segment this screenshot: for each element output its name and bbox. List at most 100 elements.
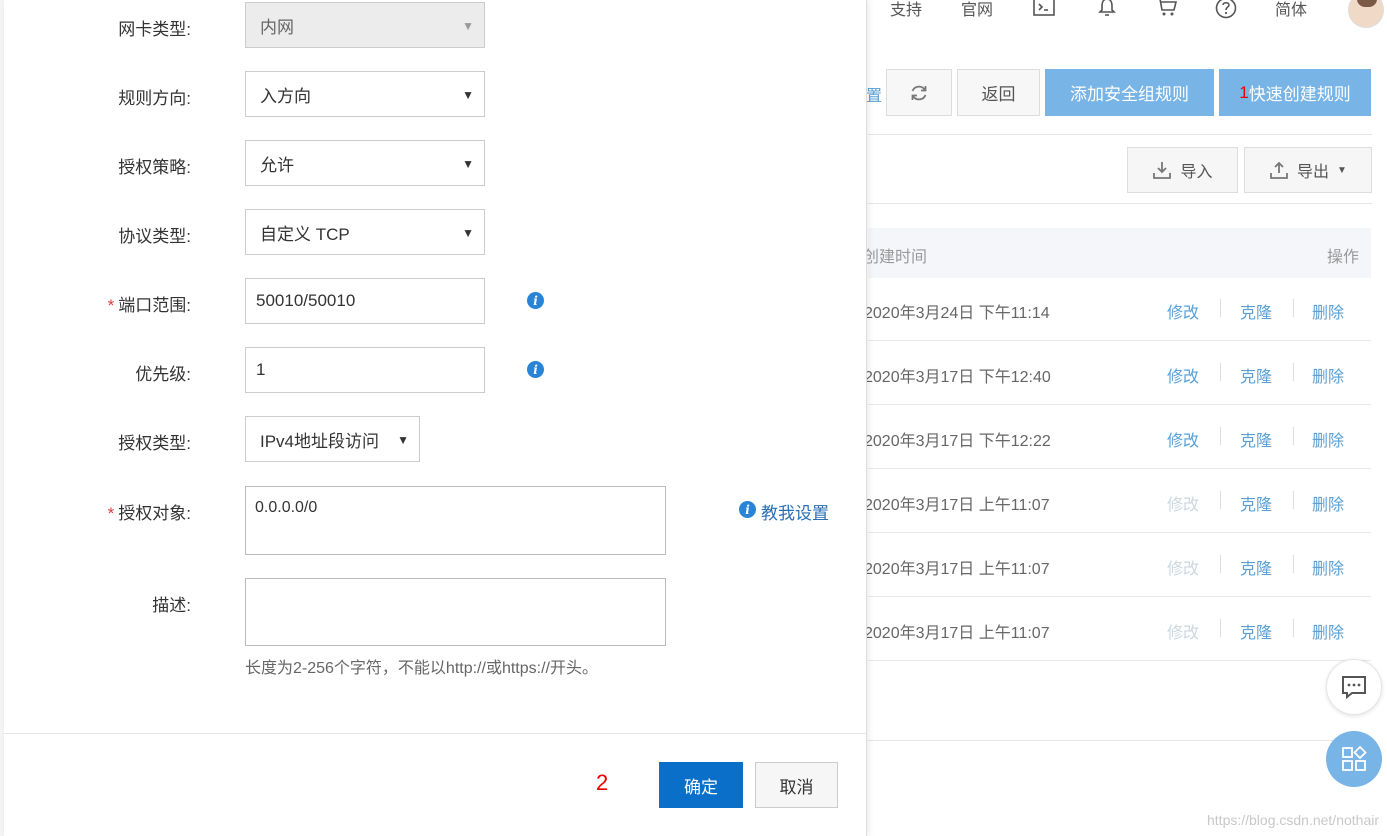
policy-label: 授权策略: xyxy=(118,158,191,177)
required-mark: * xyxy=(107,296,115,315)
terminal-icon[interactable] xyxy=(1033,0,1055,17)
protocol-select[interactable]: 自定义 TCP ▼ xyxy=(245,209,485,255)
created-time-cell: 2020年3月17日 上午11:07 xyxy=(864,497,1050,514)
caret-down-icon: ▼ xyxy=(397,433,409,447)
direction-value: 入方向 xyxy=(260,86,311,106)
action-separator xyxy=(1220,299,1221,317)
direction-label: 规则方向: xyxy=(118,89,191,108)
cancel-button[interactable]: 取消 xyxy=(755,762,838,808)
modify-link: 修改 xyxy=(1167,561,1200,578)
divider xyxy=(868,203,1372,204)
protocol-label: 协议类型: xyxy=(118,227,191,246)
delete-link[interactable]: 删除 xyxy=(1312,299,1344,323)
back-button[interactable]: 返回 xyxy=(957,69,1040,116)
upload-icon xyxy=(1270,161,1288,179)
action-separator xyxy=(1220,363,1221,381)
created-time-cell: 2020年3月17日 下午12:40 xyxy=(864,369,1051,386)
action-separator xyxy=(1220,619,1221,637)
action-separator xyxy=(1293,299,1294,317)
priority-label: 优先级: xyxy=(135,365,191,384)
priority-input[interactable]: 1 xyxy=(245,347,485,393)
direction-select[interactable]: 入方向 ▼ xyxy=(245,71,485,117)
export-label: 导出 xyxy=(1297,164,1330,181)
divider xyxy=(868,134,1372,135)
caret-down-icon: ▼ xyxy=(1337,164,1347,176)
action-separator xyxy=(1293,555,1294,573)
action-separator xyxy=(1293,363,1294,381)
confirm-button[interactable]: 确定 xyxy=(659,762,743,808)
port-range-label: * 端口范围: xyxy=(108,291,191,316)
modify-link: 修改 xyxy=(1167,497,1200,514)
auth-object-label-text: 授权对象: xyxy=(118,504,191,523)
modify-link[interactable]: 修改 xyxy=(1167,299,1199,323)
action-separator xyxy=(1293,427,1294,445)
nav-support-link[interactable]: 支持 xyxy=(890,0,922,20)
description-textarea[interactable] xyxy=(245,578,666,646)
clone-link[interactable]: 克隆 xyxy=(1240,299,1272,323)
help-me-configure-link[interactable]: 教我设置 xyxy=(761,499,829,524)
info-icon: i xyxy=(739,501,756,518)
delete-link[interactable]: 删除 xyxy=(1312,427,1344,451)
auth-type-select[interactable]: IPv4地址段访问 ▼ xyxy=(245,416,420,462)
required-mark: * xyxy=(107,504,115,523)
download-icon xyxy=(1153,162,1172,179)
apps-button[interactable] xyxy=(1326,731,1382,787)
export-button[interactable]: 导出 ▼ xyxy=(1244,147,1372,193)
nic-type-label: 网卡类型: xyxy=(118,20,191,39)
policy-select[interactable]: 允许 ▼ xyxy=(245,140,485,186)
add-security-rule-button[interactable]: 添加安全组规则 xyxy=(1045,69,1214,116)
protocol-value: 自定义 TCP xyxy=(260,224,350,244)
info-icon[interactable]: i xyxy=(527,292,544,309)
clone-link[interactable]: 克隆 xyxy=(1240,491,1272,515)
refresh-button[interactable] xyxy=(886,69,952,116)
info-icon[interactable]: i xyxy=(527,361,544,378)
language-switch[interactable]: 简体 xyxy=(1275,0,1307,20)
clone-link[interactable]: 克隆 xyxy=(1240,363,1272,387)
nic-type-value: 内网 xyxy=(260,17,294,37)
chat-icon xyxy=(1342,676,1366,700)
quick-create-rule-button[interactable]: 1 快速创建规则 xyxy=(1219,69,1371,116)
delete-link[interactable]: 删除 xyxy=(1312,555,1344,579)
port-range-input[interactable]: 50010/50010 xyxy=(245,278,485,324)
help-icon[interactable] xyxy=(1215,0,1237,19)
caret-down-icon: ▼ xyxy=(462,88,474,102)
delete-link[interactable]: 删除 xyxy=(1312,491,1344,515)
clone-link[interactable]: 克隆 xyxy=(1240,619,1272,643)
bell-icon[interactable] xyxy=(1096,0,1118,17)
delete-link[interactable]: 删除 xyxy=(1312,619,1344,643)
add-rule-dialog: 网卡类型: 内网 ▼ 规则方向: 入方向 ▼ 授权策略: 允许 ▼ 协议类型: … xyxy=(4,0,867,836)
annotation-marker-1: 1 xyxy=(1239,82,1249,102)
auth-type-label: 授权类型: xyxy=(118,434,191,453)
modify-link[interactable]: 修改 xyxy=(1167,363,1199,387)
caret-down-icon: ▼ xyxy=(462,19,474,33)
caret-down-icon: ▼ xyxy=(462,226,474,240)
clone-link[interactable]: 克隆 xyxy=(1240,427,1272,451)
divider xyxy=(868,740,1371,741)
modify-link[interactable]: 修改 xyxy=(1167,427,1199,451)
import-button[interactable]: 导入 xyxy=(1127,147,1238,193)
chat-button[interactable] xyxy=(1326,659,1382,715)
policy-value: 允许 xyxy=(260,155,294,175)
nav-official-site-link[interactable]: 官网 xyxy=(961,0,993,20)
refresh-icon xyxy=(911,85,927,100)
quick-create-rule-label: 快速创建规则 xyxy=(1248,85,1351,104)
created-time-cell: 2020年3月17日 下午12:22 xyxy=(864,433,1051,450)
port-range-label-text: 端口范围: xyxy=(118,296,191,315)
user-avatar[interactable] xyxy=(1348,0,1384,28)
created-time-cell: 2020年3月17日 上午11:07 xyxy=(864,625,1050,642)
watermark: https://blog.csdn.net/nothair xyxy=(1207,812,1379,828)
auth-object-textarea[interactable]: 0.0.0.0/0 xyxy=(245,486,666,555)
table-row: 2020年3月17日 上午11:07 修改 克隆 删除 xyxy=(864,533,1371,597)
nic-type-select: 内网 ▼ xyxy=(245,2,485,48)
description-hint: 长度为2-256个字符，不能以http://或https://开头。 xyxy=(245,660,598,677)
delete-link[interactable]: 删除 xyxy=(1312,363,1344,387)
caret-down-icon: ▼ xyxy=(462,157,474,171)
cart-icon[interactable] xyxy=(1156,0,1178,17)
import-label: 导入 xyxy=(1180,164,1213,181)
table-row: 2020年3月17日 上午11:07 修改 克隆 删除 xyxy=(864,469,1371,533)
clone-link[interactable]: 克隆 xyxy=(1240,555,1272,579)
action-separator xyxy=(1220,427,1221,445)
partial-toolbar-link[interactable]: 置 xyxy=(866,82,882,106)
description-label: 描述: xyxy=(152,596,191,615)
table-row: 2020年3月17日 上午11:07 修改 克隆 删除 xyxy=(864,597,1371,661)
